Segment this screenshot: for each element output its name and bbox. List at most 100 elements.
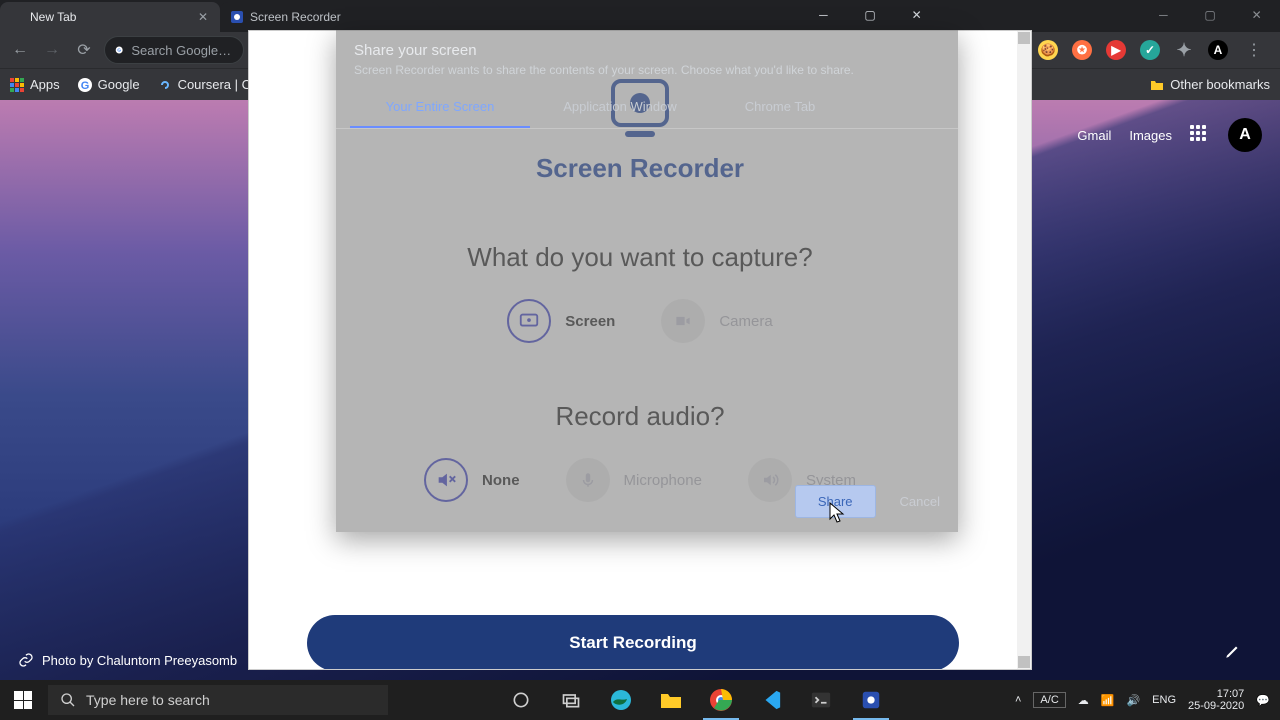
folder-icon: [1150, 78, 1164, 92]
tab-label: Application Window: [563, 99, 676, 114]
close-button[interactable]: ✕: [1233, 0, 1280, 30]
bookmark-label: Apps: [30, 77, 60, 92]
svg-text:G: G: [80, 80, 89, 92]
ext-icon-3[interactable]: ✪: [1072, 40, 1092, 60]
share-button-label: Share: [818, 494, 853, 509]
taskbar-search[interactable]: Type here to search: [48, 685, 388, 715]
start-button[interactable]: [0, 680, 46, 720]
minimize-button[interactable]: ─: [800, 0, 847, 30]
tab-entire-screen[interactable]: Your Entire Screen: [350, 87, 530, 128]
recorder-icon: [230, 10, 244, 24]
tab-title: New Tab: [30, 10, 196, 24]
scroll-up-button[interactable]: [1018, 32, 1030, 44]
search-icon: [60, 692, 76, 708]
ext-icon-4[interactable]: ▶: [1106, 40, 1126, 60]
task-cortana-icon[interactable]: [499, 680, 543, 720]
system-tray: ˄ A/C ☁ 📶 🔊 ENG 17:07 25-09-2020 💬: [1005, 688, 1280, 712]
dialog-footer: Share Cancel: [795, 485, 940, 518]
share-screen-dialog: Share your screen Screen Recorder wants …: [336, 30, 958, 532]
gmail-link[interactable]: Gmail: [1077, 128, 1111, 143]
google-g-icon: G: [78, 78, 92, 92]
search-placeholder: Type here to search: [86, 692, 210, 708]
start-recording-button[interactable]: Start Recording: [307, 615, 959, 670]
google-apps-icon[interactable]: [1190, 125, 1210, 145]
tab-strip: New Tab ✕ Screen Recorder: [0, 0, 1280, 32]
customize-button[interactable]: [1216, 634, 1250, 668]
avatar-initial: A: [1239, 126, 1251, 144]
clock-date: 25-09-2020: [1188, 700, 1244, 712]
share-button[interactable]: Share: [795, 485, 876, 518]
omnibox-placeholder: Search Google or type a URL: [131, 43, 233, 58]
extensions-menu-icon[interactable]: ✦: [1174, 40, 1194, 60]
back-button[interactable]: ←: [8, 38, 32, 62]
task-edge-icon[interactable]: [599, 680, 643, 720]
tray-volume-icon[interactable]: 🔊: [1126, 694, 1140, 707]
dialog-subtitle: Screen Recorder wants to share the conte…: [336, 63, 958, 87]
maximize-button[interactable]: ▢: [847, 0, 894, 30]
tab-application-window[interactable]: Application Window: [530, 87, 710, 128]
taskbar: Type here to search ˄ A/C ☁ 📶 🔊 ENG 17:0…: [0, 680, 1280, 720]
google-nav: Gmail Images A: [1077, 118, 1262, 152]
reload-button[interactable]: ⟳: [72, 38, 96, 62]
share-source-tabs: Your Entire Screen Application Window Ch…: [336, 87, 958, 129]
photo-credit[interactable]: Photo by Chaluntorn Preeyasomb: [18, 652, 237, 668]
tray-network-icon[interactable]: 📶: [1101, 694, 1115, 707]
close-icon[interactable]: ✕: [196, 10, 210, 24]
browser-menu-button[interactable]: ⋮: [1242, 38, 1266, 62]
ac-text: A/C: [1040, 694, 1058, 706]
cancel-button[interactable]: Cancel: [900, 494, 940, 509]
bookmark-other[interactable]: Other bookmarks: [1150, 77, 1270, 92]
profile-avatar-icon[interactable]: A: [1208, 40, 1228, 60]
dialog-title: Share your screen: [336, 30, 958, 63]
favicon-blank: [10, 10, 24, 24]
svg-text:G: G: [117, 48, 121, 54]
tab-chrome-tab[interactable]: Chrome Tab: [710, 87, 850, 128]
tray-ac-indicator[interactable]: A/C: [1033, 692, 1065, 708]
photo-credit-text: Photo by Chaluntorn Preeyasomb: [42, 653, 237, 668]
window-controls-app: ─ ▢ ✕: [800, 0, 940, 30]
window-controls-background: ─ ▢ ✕: [1140, 0, 1280, 30]
windows-logo-icon: [14, 691, 32, 709]
tray-chevron-icon[interactable]: ˄: [1015, 694, 1021, 706]
bookmark-apps[interactable]: Apps: [10, 77, 60, 92]
bookmark-label: Coursera | C: [178, 77, 251, 92]
cancel-button-label: Cancel: [900, 494, 940, 509]
google-g-icon: G: [115, 43, 123, 57]
task-terminal-icon[interactable]: [799, 680, 843, 720]
tab-screen-recorder[interactable]: Screen Recorder: [220, 2, 440, 32]
images-link[interactable]: Images: [1129, 128, 1172, 143]
tray-notifications-icon[interactable]: 💬: [1256, 694, 1270, 707]
clock-time: 17:07: [1188, 688, 1244, 700]
bookmark-label: Other bookmarks: [1170, 77, 1270, 92]
close-button[interactable]: ✕: [893, 0, 940, 30]
bookmark-label: Google: [98, 77, 140, 92]
taskbar-apps: [388, 680, 1005, 720]
bookmark-google[interactable]: G Google: [78, 77, 140, 92]
task-chrome-icon[interactable]: [699, 680, 743, 720]
tab-label: Chrome Tab: [745, 99, 816, 114]
omnibox[interactable]: G Search Google or type a URL: [104, 36, 244, 64]
forward-button[interactable]: →: [40, 38, 64, 62]
maximize-button[interactable]: ▢: [1187, 0, 1234, 30]
task-view-icon[interactable]: [549, 680, 593, 720]
bookmark-coursera[interactable]: Coursera | C: [158, 77, 251, 92]
apps-icon: [10, 78, 24, 92]
tab-label: Your Entire Screen: [386, 99, 495, 114]
minimize-button[interactable]: ─: [1140, 0, 1187, 30]
ext-icon-5[interactable]: ✓: [1140, 40, 1160, 60]
link-icon: [18, 652, 34, 668]
task-vscode-icon[interactable]: [749, 680, 793, 720]
task-recorder-icon[interactable]: [849, 680, 893, 720]
tray-language[interactable]: ENG: [1152, 694, 1176, 706]
ext-icon-2[interactable]: 🍪: [1038, 40, 1058, 60]
tray-onedrive-icon[interactable]: ☁: [1078, 694, 1089, 707]
link-icon: [158, 78, 172, 92]
start-recording-label: Start Recording: [569, 633, 697, 653]
tray-clock[interactable]: 17:07 25-09-2020: [1188, 688, 1244, 712]
extensions-row: G 🍪 ✪ ▶ ✓ ✦ A ⋮: [1004, 38, 1272, 62]
tab-new-tab[interactable]: New Tab ✕: [0, 2, 220, 32]
task-explorer-icon[interactable]: [649, 680, 693, 720]
tab-title: Screen Recorder: [250, 10, 430, 24]
profile-avatar[interactable]: A: [1228, 118, 1262, 152]
pencil-icon: [1224, 642, 1242, 660]
